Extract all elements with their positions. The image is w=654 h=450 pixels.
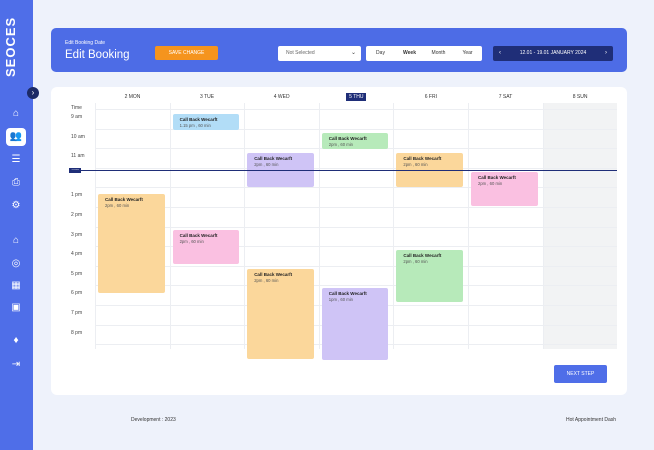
date-range-picker: ‹ 12.01 - 19.01 JANUARY 2024 › bbox=[493, 46, 613, 61]
day-header: 8 SUN bbox=[543, 94, 618, 100]
event-title: Call Back Wecarft bbox=[403, 156, 442, 161]
day-header: 7 SAT bbox=[468, 94, 543, 100]
calendar-icon[interactable]: ▣ bbox=[6, 299, 26, 317]
week-grid: 2 MON 3 TUE 4 WED 5 THU 6 FRI 7 SAT 8 SUN Call … bbox=[95, 93, 618, 360]
view-switcher: Day Week Month Year bbox=[366, 46, 482, 61]
hour-line bbox=[95, 167, 617, 169]
bank-icon[interactable]: ⌂ bbox=[6, 232, 26, 250]
chevron-right-icon[interactable]: › bbox=[605, 46, 607, 61]
event-time: 2pm , 60 min bbox=[254, 278, 279, 283]
list-icon[interactable]: ☰ bbox=[6, 151, 26, 169]
time-label: 11 am bbox=[71, 153, 85, 160]
hour-line bbox=[95, 207, 617, 208]
home-icon[interactable]: ⌂ bbox=[6, 105, 26, 123]
day-header-label: 8 SUN bbox=[572, 94, 588, 100]
time-label: 3 pm bbox=[71, 231, 83, 238]
footer-left: Development : 2023 bbox=[131, 417, 176, 423]
view-week-tab[interactable]: Week bbox=[395, 46, 424, 61]
day-header: 4 WED bbox=[244, 94, 319, 100]
booking-event[interactable]: Call Back Wecarft 2pm , 60 min bbox=[396, 250, 463, 302]
date-range-label: 12.01 - 19.01 JANUARY 2024 bbox=[519, 50, 587, 56]
logo: SEOCES bbox=[3, 16, 18, 78]
event-title: Call Back Wecarft bbox=[328, 136, 367, 141]
event-time: 2pm , 60 min bbox=[328, 142, 354, 147]
event-title: Call Back Wecarft bbox=[179, 233, 218, 238]
status-select[interactable]: Not Selected ⌄ bbox=[278, 46, 361, 61]
time-header: Time bbox=[71, 105, 82, 111]
event-time: 2pm , 60 min bbox=[403, 162, 428, 167]
day-header: 6 FRI bbox=[393, 94, 468, 100]
header-subtitle: Edit Booking Date bbox=[65, 40, 106, 46]
day-header-label: 6 FRI bbox=[424, 94, 437, 100]
booking-event[interactable]: Call Back Wecarft 1.15 pm , 60 min bbox=[172, 114, 240, 130]
time-label: 10 am bbox=[71, 133, 85, 140]
view-year-tab[interactable]: Year bbox=[453, 46, 482, 61]
next-step-button[interactable]: NEXT STEP bbox=[554, 365, 607, 383]
day-header: 3 TUE bbox=[170, 94, 245, 100]
day-header-label: 5 THU bbox=[346, 93, 367, 101]
event-time: 2pm , 60 min bbox=[403, 259, 428, 264]
chevron-left-icon[interactable]: ‹ bbox=[499, 46, 501, 61]
support-icon[interactable]: ◎ bbox=[6, 255, 26, 273]
chevron-down-icon: ⌄ bbox=[350, 50, 356, 56]
view-day-tab[interactable]: Day bbox=[366, 46, 395, 61]
users-icon[interactable]: 👥 bbox=[6, 128, 26, 146]
header: Edit Booking Date Edit Booking SAVE CHAN… bbox=[51, 28, 627, 72]
hour-line bbox=[95, 265, 617, 267]
booking-event[interactable]: Call Back Wecarft 2pm , 60 min bbox=[172, 230, 240, 264]
event-time: 2pm , 60 min bbox=[254, 162, 279, 167]
day-header-label: 7 SAT bbox=[498, 94, 513, 100]
event-title: Call Back Wecarft bbox=[105, 197, 143, 202]
event-time: 2pm , 60 min bbox=[179, 239, 204, 244]
booking-event[interactable]: Call Back Wecarft 2pm , 60 min bbox=[247, 269, 314, 359]
event-title: Call Back Wecarft bbox=[403, 253, 442, 258]
time-label: 9 am bbox=[71, 114, 83, 120]
time-label: 8 pm bbox=[71, 329, 83, 336]
day-header: 2 MON bbox=[95, 94, 170, 100]
page-title: Edit Booking bbox=[65, 49, 130, 61]
event-time: 1pm , 60 min bbox=[328, 297, 354, 302]
status-select-value: Not Selected bbox=[286, 50, 315, 56]
day-header: 5 THU bbox=[319, 93, 394, 101]
day-header-label: 4 WED bbox=[273, 94, 290, 100]
footer-right: Hot Appointment Dash bbox=[566, 417, 617, 423]
time-label: 2 pm bbox=[71, 212, 83, 218]
hour-line bbox=[95, 187, 617, 189]
now-line bbox=[69, 170, 617, 171]
booking-event[interactable]: Call Back Wecarft 2pm , 60 min bbox=[98, 194, 165, 293]
save-change-button[interactable]: SAVE CHANGE bbox=[155, 46, 218, 60]
time-label: 1 pm bbox=[71, 192, 83, 199]
time-label: 7 pm bbox=[71, 310, 83, 316]
hour-line bbox=[95, 109, 617, 110]
event-time: 2pm , 60 min bbox=[105, 203, 130, 208]
sidebar: SEOCES ⌂ 👥 ☰ ⎙ ⚙ ⌂ ◎ ▦ ▣ ♦ ⇥ bbox=[0, 0, 33, 450]
event-time: 2pm , 60 min bbox=[478, 181, 503, 186]
logout-icon[interactable]: ⇥ bbox=[6, 356, 26, 374]
drop-icon[interactable]: ♦ bbox=[6, 332, 26, 350]
hour-line bbox=[95, 285, 617, 287]
time-label: 6 pm bbox=[71, 290, 83, 297]
view-month-tab[interactable]: Month bbox=[424, 46, 453, 61]
printer-icon[interactable]: ⎙ bbox=[6, 174, 26, 192]
grid-icon[interactable]: ▦ bbox=[6, 277, 26, 295]
time-label: 4 pm bbox=[71, 251, 83, 258]
calendar-card: Time 9 am 10 am 11 am 1 pm 2 pm 3 pm 4 pm 5 pm 6… bbox=[51, 87, 627, 395]
day-header-label: 3 TUE bbox=[200, 94, 215, 100]
booking-event[interactable]: Call Back Wecarft 2pm , 60 min bbox=[471, 172, 538, 206]
booking-event[interactable]: Call Back Wecarft 1pm , 60 min bbox=[321, 288, 389, 360]
event-title: Call Back Wecarft bbox=[254, 156, 293, 161]
event-title: Call Back Wecarft bbox=[478, 175, 516, 180]
event-title: Call Back Wecarft bbox=[179, 117, 218, 122]
settings-icon[interactable]: ⚙ bbox=[6, 197, 26, 215]
sidebar-toggle-button[interactable]: › bbox=[27, 87, 39, 99]
day-header-label: 2 MON bbox=[124, 94, 141, 100]
event-title: Call Back Wecarft bbox=[254, 272, 293, 277]
event-title: Call Back Wecarft bbox=[328, 291, 367, 296]
event-time: 1.15 pm , 60 min bbox=[179, 123, 211, 128]
booking-event[interactable]: Call Back Wecarft 2pm , 60 min bbox=[321, 133, 389, 149]
time-label: 5 pm bbox=[71, 270, 83, 277]
hour-line bbox=[95, 226, 617, 228]
